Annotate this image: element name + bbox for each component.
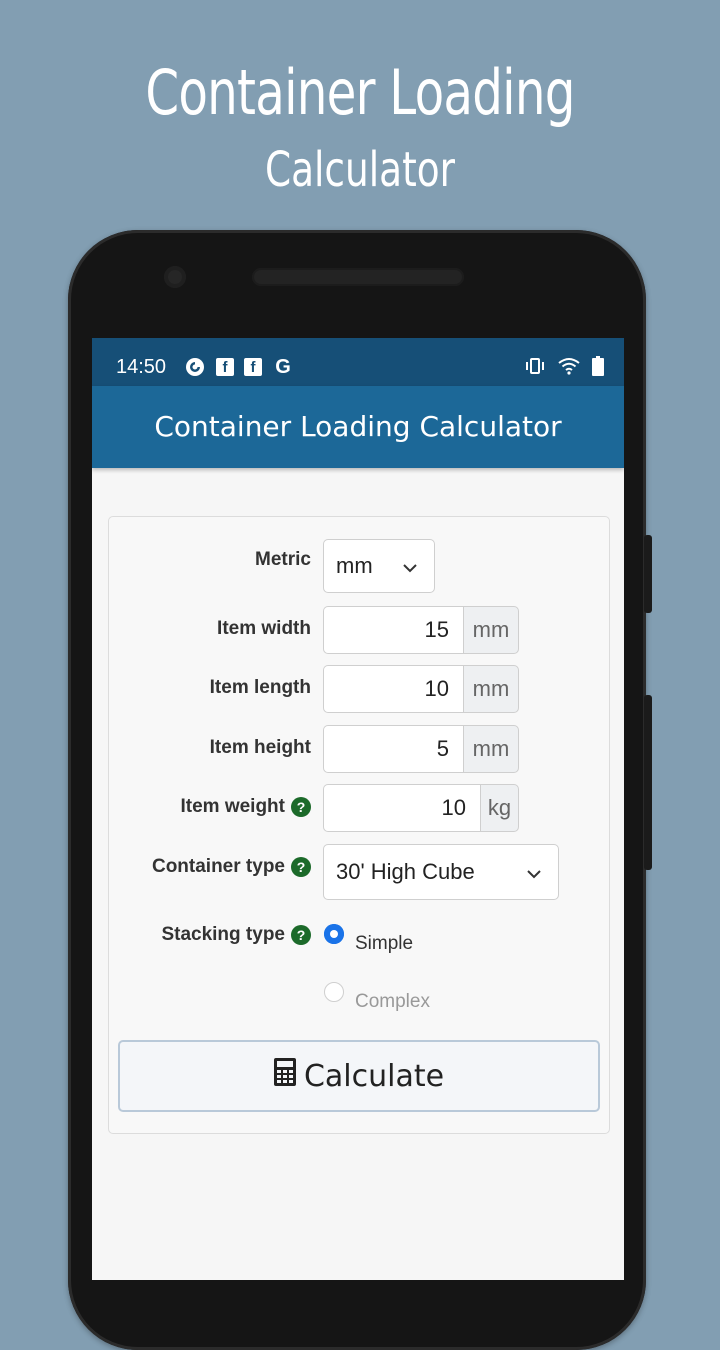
item-length-label: Item length [209, 677, 311, 698]
item-length-input[interactable]: 10 [323, 665, 463, 713]
item-height-input[interactable]: 5 [323, 725, 463, 773]
stacking-type-label: Stacking type ? [161, 924, 311, 946]
item-weight-input[interactable]: 10 [323, 784, 480, 832]
pocket-casts-icon [184, 356, 206, 378]
status-bar: 14:50 f f G [92, 338, 624, 386]
container-type-value: 30' High Cube [336, 859, 475, 884]
promo-title-line2: Calculator [264, 142, 456, 198]
metric-label: Metric [255, 549, 311, 570]
earpiece-speaker [252, 268, 464, 286]
item-width-unit: mm [463, 606, 519, 654]
volume-button [644, 535, 652, 613]
chevron-down-icon [402, 553, 418, 579]
app-title: Container Loading Calculator [154, 410, 562, 443]
calculator-form: Metric mm Item width 15 mm Item length 1… [108, 516, 610, 1134]
facebook-icon: f [216, 358, 234, 376]
container-type-select[interactable]: 30' High Cube [323, 844, 559, 900]
metric-value: mm [336, 553, 373, 578]
front-camera [164, 266, 186, 288]
calculate-button[interactable]: Calculate [118, 1040, 600, 1112]
help-icon[interactable]: ? [291, 925, 311, 945]
item-height-unit: mm [463, 725, 519, 773]
stacking-simple-label[interactable]: Simple [355, 933, 413, 955]
help-icon[interactable]: ? [291, 797, 311, 817]
vibrate-icon [524, 357, 546, 380]
item-height-label: Item height [209, 737, 311, 758]
phone-screen: 14:50 f f G Container Loading Calculator [92, 338, 624, 1280]
stacking-complex-radio[interactable] [324, 982, 344, 1002]
power-button [644, 695, 652, 870]
chevron-down-icon [526, 859, 542, 885]
item-width-input[interactable]: 15 [323, 606, 463, 654]
item-length-unit: mm [463, 665, 519, 713]
item-weight-unit: kg [480, 784, 519, 832]
battery-icon [592, 356, 604, 381]
app-bar: Container Loading Calculator [92, 386, 624, 468]
facebook-icon: f [244, 358, 262, 376]
help-icon[interactable]: ? [291, 857, 311, 877]
container-type-label: Container type ? [152, 856, 311, 878]
item-weight-label: Item weight ? [180, 796, 311, 818]
promo-title-line1: Container Loading [145, 56, 575, 129]
google-icon: G [275, 355, 291, 378]
calculator-icon [273, 1058, 296, 1094]
item-width-label: Item width [217, 618, 311, 639]
stacking-complex-label[interactable]: Complex [355, 991, 430, 1013]
status-time: 14:50 [116, 356, 167, 378]
stacking-simple-radio[interactable] [324, 924, 344, 944]
metric-select[interactable]: mm [323, 539, 435, 593]
calculate-label: Calculate [303, 1058, 445, 1094]
wifi-icon [558, 357, 580, 380]
